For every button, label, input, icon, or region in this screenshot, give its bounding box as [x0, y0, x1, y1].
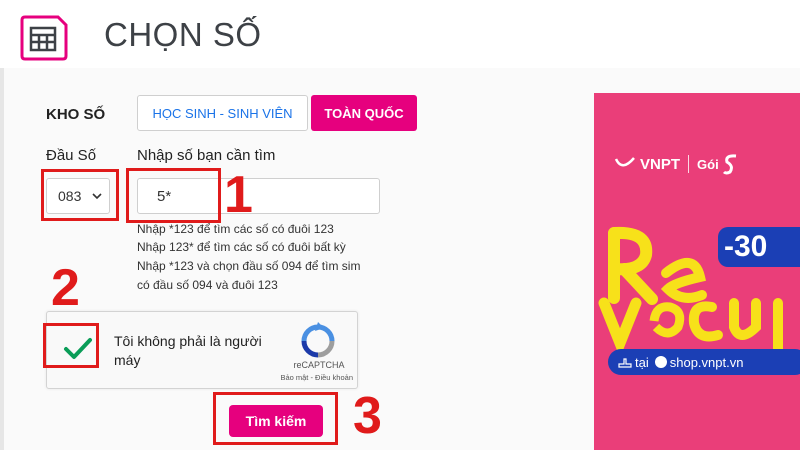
recaptcha-label: Tôi không phải là người máy — [114, 333, 262, 368]
package-s-icon — [722, 154, 736, 175]
vnpt-logo-icon — [614, 157, 635, 167]
number-store-label: KHO SỐ — [46, 106, 106, 123]
globe-icon — [654, 356, 667, 368]
page-title: CHỌN SỐ — [104, 16, 262, 53]
ad-headline-art — [598, 226, 783, 353]
step-number: 1 — [224, 166, 253, 224]
ad-brand-divider — [688, 155, 690, 173]
ad-promo-badge: -30 — [718, 227, 800, 267]
tab-student[interactable]: HỌC SINH - SINH VIÊN — [137, 95, 308, 131]
annotation-box-captcha — [43, 323, 99, 368]
step-number: 3 — [353, 387, 382, 445]
hint-line: Nhập 123* để tìm các số có đuôi bất kỳ — [137, 240, 346, 254]
ad-shop-link[interactable]: tại shop.vnpt.vn — [608, 349, 800, 375]
recaptcha-brand: reCAPTCHA — [293, 360, 345, 370]
step-number: 2 — [51, 259, 80, 317]
ad-brand: VNPT — [640, 155, 681, 173]
search-label: Nhập số bạn cần tìm — [137, 147, 276, 164]
hand-pointer-icon — [618, 358, 632, 368]
recaptcha-links[interactable]: Bảo mật - Điều khoản — [263, 373, 353, 382]
annotation-box-prefix — [41, 169, 119, 221]
prefix-label: Đầu Số — [46, 147, 97, 164]
ad-brand-row: VNPT Gói — [614, 153, 740, 175]
ad-shop-url: shop.vnpt.vn — [669, 354, 744, 370]
recaptcha-logo-icon — [301, 322, 335, 358]
sim-card-icon — [20, 15, 68, 61]
ad-banner[interactable]: VNPT Gói -30 tại shop.vnpt.vn — [594, 93, 800, 450]
hint-line: có đầu số 094 và đuôi 123 — [137, 278, 278, 292]
ad-shop-prefix: tại — [635, 354, 649, 370]
page-header: CHỌN SỐ — [0, 0, 800, 68]
annotation-box-button — [213, 392, 338, 445]
annotation-box-search — [126, 168, 221, 223]
hint-line: Nhập *123 và chọn đầu số 094 để tìm sim — [137, 259, 361, 273]
ad-package: Gói — [697, 156, 719, 172]
tab-nationwide[interactable]: TOÀN QUỐC — [311, 95, 417, 131]
